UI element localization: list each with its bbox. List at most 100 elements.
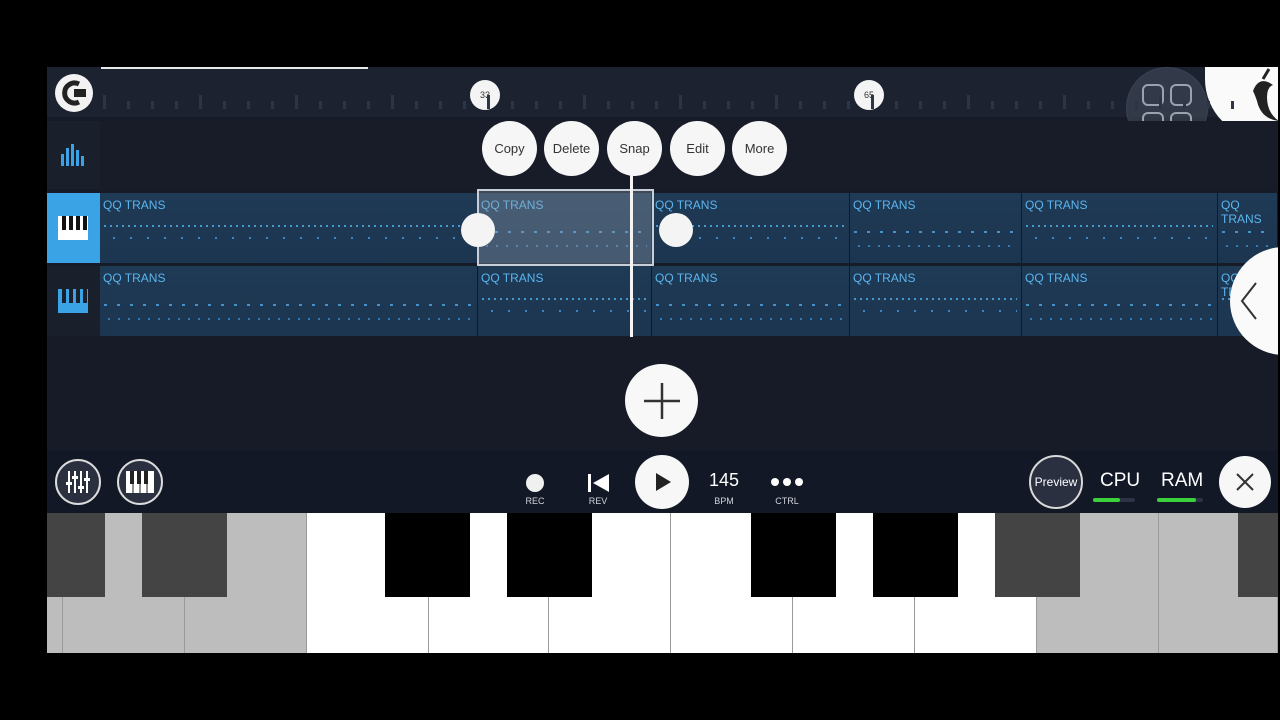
ruler-tick [151, 101, 154, 109]
ruler-tick [535, 101, 538, 109]
playhead[interactable] [630, 175, 633, 337]
piano-icon [126, 471, 154, 493]
ruler-tick [367, 101, 370, 109]
black-key[interactable] [142, 513, 227, 597]
ctrl-button[interactable] [770, 475, 804, 493]
pattern-label: QQ TRANS [853, 271, 916, 285]
ruler-tick [823, 101, 826, 109]
ruler-tick [1087, 101, 1090, 109]
mixer-track-icon[interactable] [47, 121, 100, 189]
ruler-tick [487, 95, 490, 109]
record-button[interactable] [526, 474, 544, 492]
ruler-tick [775, 95, 778, 109]
ruler-tick [199, 95, 202, 109]
timeline-ruler[interactable]: 33 65 [47, 67, 1278, 149]
plus-icon [643, 382, 680, 419]
ruler-tick [271, 101, 274, 109]
ruler-tick [607, 101, 610, 109]
ruler-tick [751, 101, 754, 109]
ruler-tick [1231, 101, 1234, 109]
ruler-tick [127, 101, 130, 109]
ruler-tick [703, 101, 706, 109]
pattern-clip[interactable]: QQ TRANS [100, 266, 478, 336]
play-button[interactable] [635, 455, 689, 509]
mixer-icon [66, 471, 90, 493]
more-dots-icon [771, 478, 803, 486]
timeline-marker[interactable]: 33 [470, 80, 500, 110]
rewind-button[interactable] [587, 472, 611, 499]
black-key[interactable] [507, 513, 592, 597]
more-button[interactable]: More [732, 121, 787, 176]
pattern-clip[interactable]: QQ TRANS [1022, 266, 1218, 336]
ruler-tick [343, 101, 346, 109]
ruler-tick [511, 101, 514, 109]
black-key[interactable] [995, 513, 1080, 597]
piano-keyboard[interactable] [47, 513, 1278, 653]
copy-button[interactable]: Copy [482, 121, 537, 176]
add-track-button[interactable] [625, 364, 698, 437]
ruler-tick [631, 101, 634, 109]
selection-left-handle[interactable] [461, 213, 495, 247]
pattern-clip[interactable]: QQ TRANS [478, 266, 652, 336]
close-icon [1236, 473, 1254, 491]
ruler-tick [295, 95, 298, 109]
skip-back-icon [588, 474, 609, 492]
pattern-clip[interactable]: QQ TRANS [1022, 193, 1218, 263]
bpm-label: BPM [714, 496, 734, 506]
ruler-tick [679, 95, 682, 109]
ruler-tick [1063, 95, 1066, 109]
ruler-tick [871, 95, 874, 109]
black-key[interactable] [47, 513, 105, 597]
snap-button[interactable]: Snap [607, 121, 662, 176]
piano-track-icon-selected[interactable] [47, 193, 100, 263]
ruler-tick [175, 101, 178, 109]
ruler-tick [247, 101, 250, 109]
pattern-clip[interactable]: QQ TRANS [850, 266, 1022, 336]
ruler-tick [967, 95, 970, 109]
ruler-tick [439, 101, 442, 109]
ram-meter-fill [1157, 498, 1197, 502]
pattern-label: QQ TRANS [655, 198, 718, 212]
ram-label: RAM [1161, 470, 1204, 491]
delete-button[interactable]: Delete [544, 121, 599, 176]
black-key[interactable] [751, 513, 836, 597]
ruler-tick [1111, 101, 1114, 109]
piano-roll-button[interactable] [117, 459, 163, 505]
pattern-label: QQ TRANS [103, 271, 166, 285]
selection-right-handle[interactable] [659, 213, 693, 247]
black-key[interactable] [385, 513, 470, 597]
ruler-tick [1135, 101, 1138, 109]
ruler-tick [655, 101, 658, 109]
ruler-tick [727, 101, 730, 109]
pattern-label: QQ TRANS [853, 198, 916, 212]
preview-button[interactable]: Preview [1029, 455, 1083, 509]
close-button[interactable] [1219, 456, 1271, 508]
edit-button[interactable]: Edit [670, 121, 725, 176]
ruler-tick [991, 101, 994, 109]
fl-logo-icon[interactable] [55, 74, 93, 112]
pattern-clip[interactable]: QQ TRANS [850, 193, 1022, 263]
cpu-meter-track [1093, 498, 1135, 502]
ruler-tick [559, 101, 562, 109]
mixer-button[interactable] [55, 459, 101, 505]
selection-region[interactable] [477, 189, 654, 266]
black-key[interactable] [873, 513, 958, 597]
piano-track-icon[interactable] [47, 266, 100, 336]
black-key[interactable] [1238, 513, 1278, 597]
ruler-tick [415, 101, 418, 109]
fl-studio-mobile-window: 33 65 QQ TRANS QQ TRANS QQ TRANS QQ TRAN… [47, 67, 1278, 653]
track-lane-2[interactable]: QQ TRANS QQ TRANS QQ TRANS QQ TRANS QQ T… [100, 266, 1278, 336]
rec-label: REC [525, 496, 545, 506]
pattern-clip[interactable]: QQ TRANS [100, 193, 478, 263]
ram-meter-track [1157, 498, 1203, 502]
bpm-value[interactable]: 145 [699, 470, 749, 491]
ruler-tick [103, 95, 106, 109]
ruler-tick [319, 101, 322, 109]
ruler-tick [1159, 95, 1162, 109]
ruler-tick [1039, 101, 1042, 109]
side-panel-toggle[interactable] [1230, 247, 1278, 355]
ruler-tick [943, 101, 946, 109]
timeline-marker[interactable]: 65 [854, 80, 884, 110]
ruler-tick [1183, 101, 1186, 109]
pattern-clip[interactable]: QQ TRANS [652, 266, 850, 336]
